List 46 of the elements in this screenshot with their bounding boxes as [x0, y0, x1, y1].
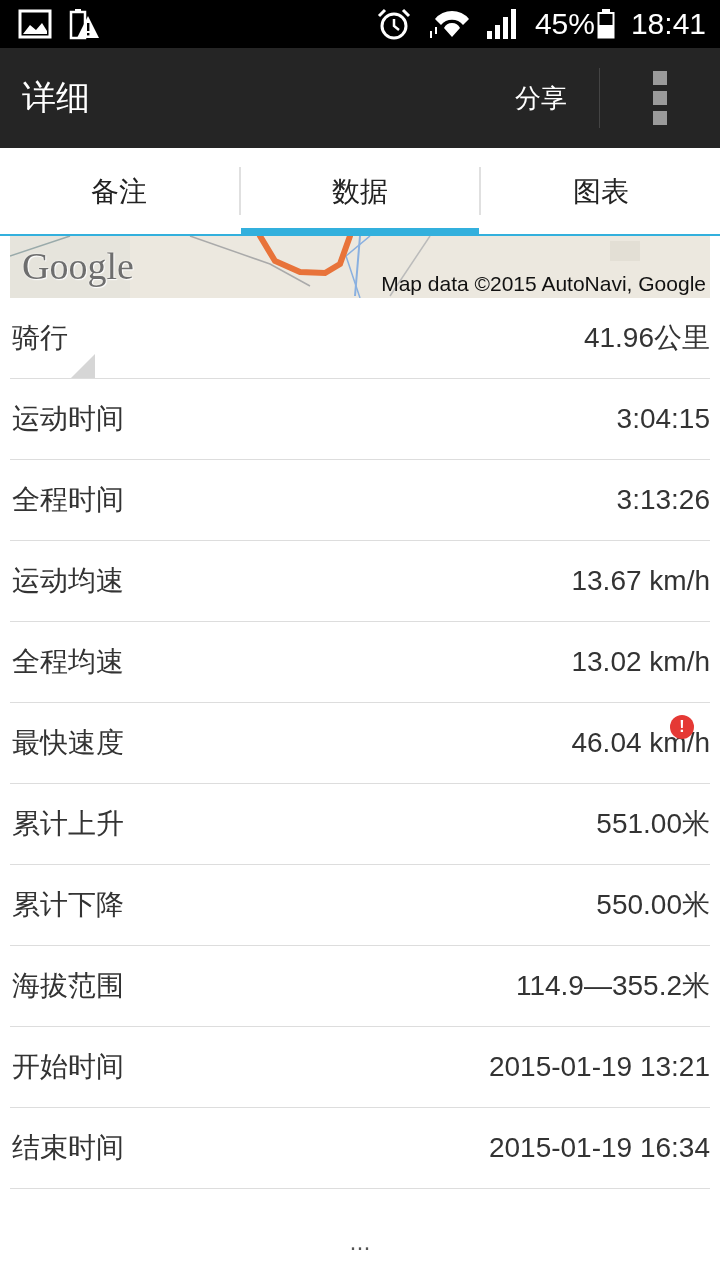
map-logo: Google: [22, 244, 134, 288]
battery-warning-icon: [68, 8, 100, 40]
stat-row[interactable]: 全程时间 3:13:26: [10, 460, 710, 541]
stat-value: 2015-01-19 16:34: [488, 1132, 710, 1164]
stat-value: 2015-01-19 13:21: [488, 1051, 710, 1083]
battery-icon: [596, 9, 615, 39]
tab[interactable]: 备注: [0, 148, 239, 236]
stat-label: 海拔范围: [11, 968, 124, 1004]
stat-label: 运动时间: [11, 401, 124, 437]
stat-label: 累计下降: [11, 887, 124, 923]
stat-label: 全程时间: [11, 482, 124, 518]
stat-label: 骑行: [11, 320, 68, 356]
map-attribution: Map data ©2015 AutoNavi, Google: [381, 272, 706, 296]
stat-row[interactable]: 运动时间 3:04:15: [10, 379, 710, 460]
stat-row[interactable]: 全程均速 13.02 km/h: [10, 622, 710, 703]
stat-value: 13.02 km/h: [571, 646, 710, 678]
stat-row[interactable]: 结束时间 2015-01-19 16:34: [10, 1108, 710, 1189]
screen-title: 详细: [22, 76, 90, 119]
stat-row[interactable]: 开始时间 2015-01-19 13:21: [10, 1027, 710, 1108]
stat-label: 运动均速: [11, 563, 124, 599]
alarm-icon: [376, 8, 411, 40]
clock-time: 18:41: [630, 7, 706, 41]
overflow-menu-icon: [653, 71, 667, 125]
stat-value: 551.00米: [596, 807, 710, 841]
stat-label: 最快速度: [11, 725, 124, 761]
stat-value: 3:13:26: [616, 484, 710, 516]
stat-row[interactable]: 骑行 41.96公里: [10, 298, 710, 379]
stat-row[interactable]: 运动均速 13.67 km/h: [10, 541, 710, 622]
stat-label: 开始时间: [11, 1049, 124, 1085]
tab[interactable]: 图表: [481, 148, 720, 236]
stat-value: 41.96公里: [583, 321, 710, 355]
stat-value: 13.67 km/h: [571, 565, 710, 597]
stat-row[interactable]: 累计下降 550.00米: [10, 865, 710, 946]
stat-row[interactable]: 累计上升 551.00米: [10, 784, 710, 865]
stat-label: 全程均速: [11, 644, 124, 680]
stat-value: 3:04:15: [616, 403, 710, 435]
stat-value: 114.9—355.2米: [515, 969, 710, 1003]
image-icon: [18, 9, 52, 39]
signal-icon: [486, 9, 519, 39]
battery-percent: 45%: [534, 7, 595, 41]
stat-row[interactable]: 海拔范围 114.9—355.2米: [10, 946, 710, 1027]
stat-label: 结束时间: [11, 1130, 124, 1166]
share-button[interactable]: 分享: [483, 70, 599, 126]
more-indicator[interactable]: ...: [349, 1221, 371, 1255]
stat-label: 累计上升: [11, 806, 124, 842]
stat-value: 550.00米: [596, 888, 710, 922]
